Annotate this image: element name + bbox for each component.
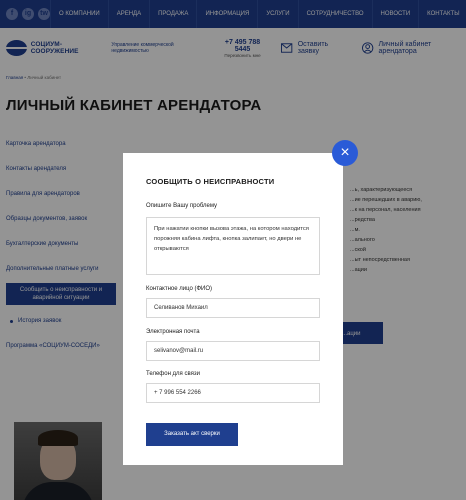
phone-input[interactable]: + 7 996 554 2266 (146, 383, 320, 403)
problem-textarea[interactable]: При нажатии кнопки вызова этажа, на кото… (146, 217, 320, 275)
email-label: Электронная почта (146, 329, 200, 335)
contact-label: Контактное лицо (ФИО) (146, 286, 213, 292)
modal-title: СООБЩИТЬ О НЕИСПРАВНОСТИ (146, 177, 275, 186)
email-input[interactable]: selivanov@mail.ru (146, 341, 320, 361)
close-icon[interactable]: × (332, 140, 358, 166)
submit-button[interactable]: Заказать акт сверки (146, 423, 238, 446)
problem-label: Опишите Вашу проблему (146, 203, 218, 209)
phone-label: Телефон для связи (146, 371, 200, 377)
fault-report-modal: СООБЩИТЬ О НЕИСПРАВНОСТИ Опишите Вашу пр… (123, 153, 343, 465)
contact-input[interactable]: Селиванов Михаил (146, 298, 320, 318)
